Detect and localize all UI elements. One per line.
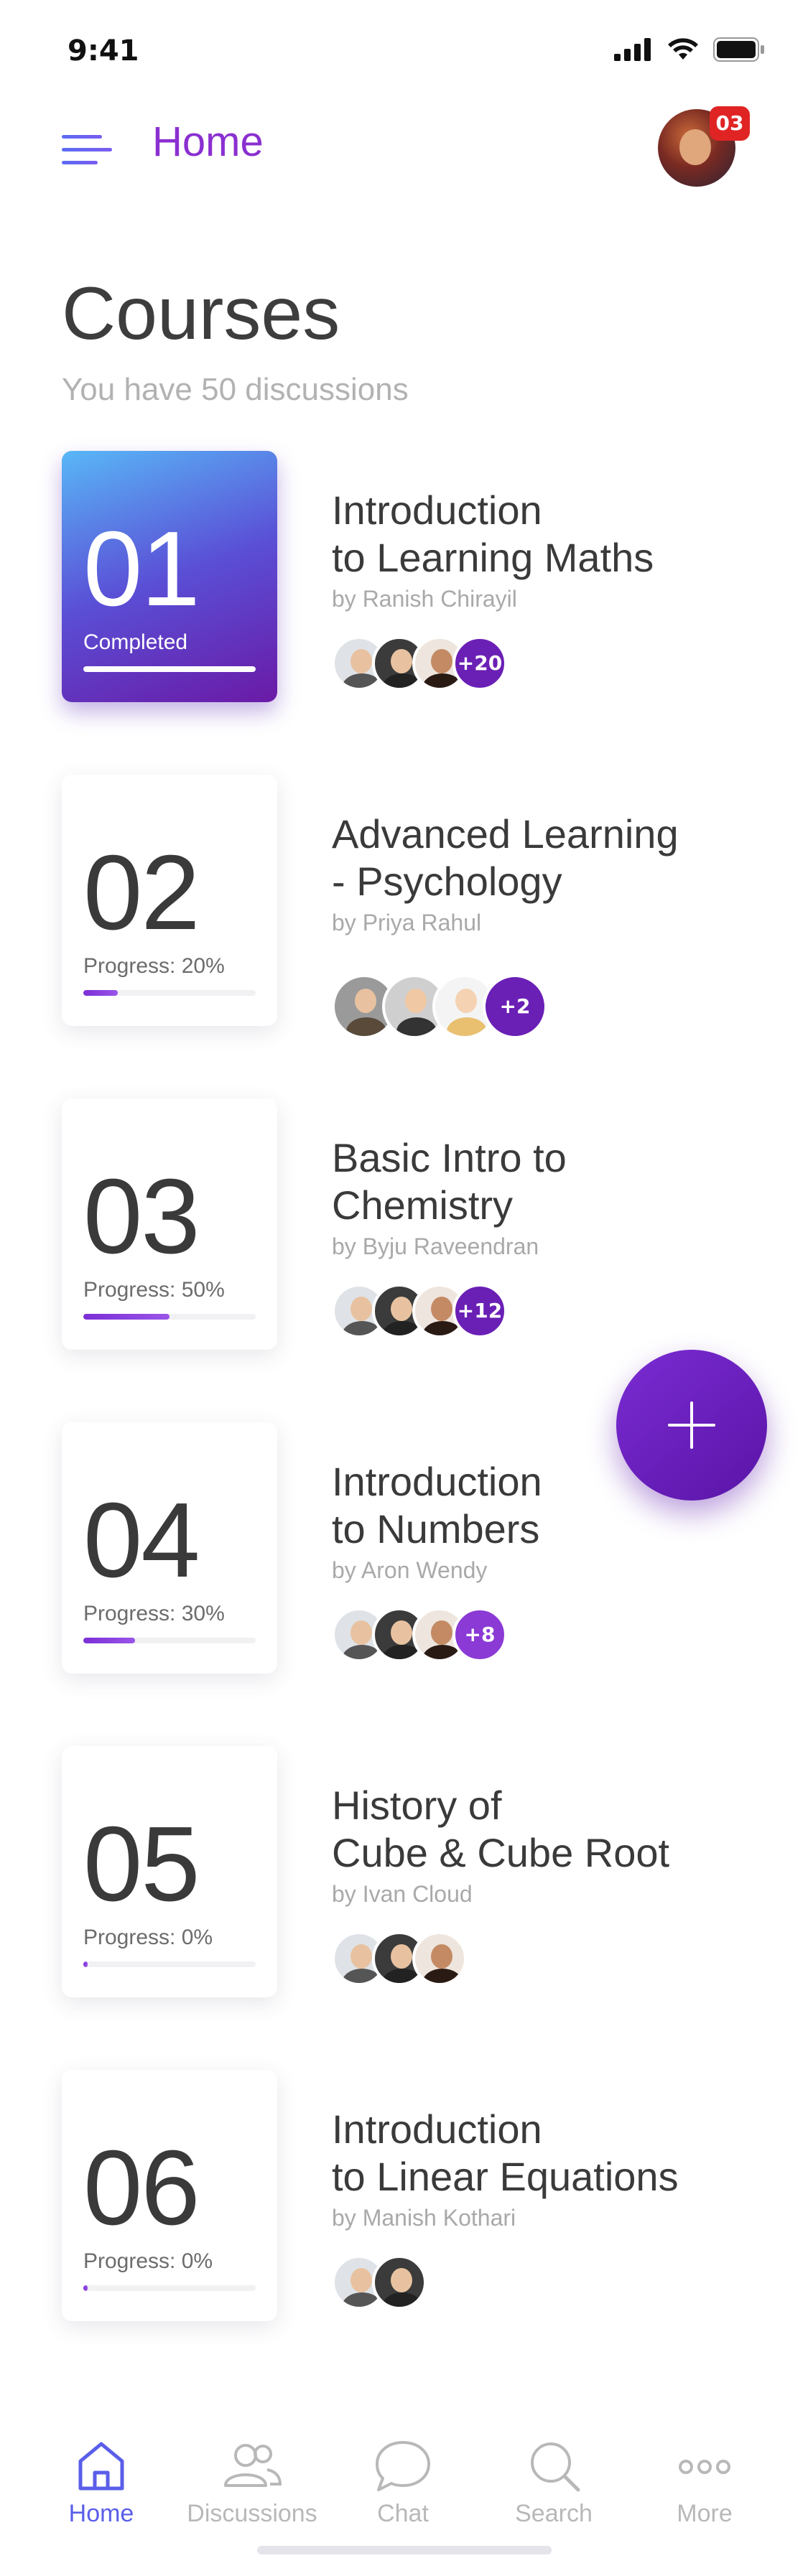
course-number-card[interactable]: 06 Progress: 0% — [62, 2070, 277, 2321]
course-title[interactable]: Advanced Learning - Psychology — [332, 811, 734, 905]
app-header: Home 03 — [0, 95, 808, 195]
course-number: 01 — [83, 510, 200, 628]
course-title[interactable]: Introduction to Linear Equations — [332, 2106, 734, 2201]
progress-bar — [83, 1961, 256, 1967]
participant-count: +12 — [452, 1284, 507, 1338]
course-status: Progress: 20% — [83, 954, 225, 978]
notification-badge: 03 — [710, 106, 750, 141]
course-author: by Aron Wendy — [332, 1557, 488, 1583]
progress-fill — [83, 1961, 88, 1967]
tab-label: Home — [68, 2500, 134, 2527]
course-item[interactable]: 02 Progress: 20% Advanced Learning - Psy… — [0, 775, 808, 1039]
course-item[interactable]: 05 Progress: 0% History of Cube & Cube R… — [0, 1746, 808, 2005]
course-number: 03 — [83, 1157, 200, 1276]
course-number-card[interactable]: 03 Progress: 50% — [62, 1098, 277, 1350]
progress-bar — [83, 990, 256, 996]
course-status: Completed — [83, 630, 188, 654]
home-indicator — [257, 2546, 552, 2554]
battery-icon — [713, 37, 764, 62]
progress-fill — [83, 990, 118, 996]
search-icon — [531, 2442, 580, 2492]
course-item[interactable]: 01 Completed Introduction to Learning Ma… — [0, 451, 808, 709]
course-status: Progress: 30% — [83, 1602, 225, 1625]
course-number: 06 — [83, 2129, 200, 2247]
avatar — [372, 2255, 427, 2310]
course-author: by Manish Kothari — [332, 2205, 516, 2231]
courses-heading: Courses — [62, 272, 340, 355]
progress-fill — [83, 1314, 170, 1320]
course-number: 04 — [83, 1481, 200, 1600]
participant-avatars[interactable] — [332, 1931, 467, 1986]
course-number: 02 — [83, 834, 200, 952]
course-status: Progress: 50% — [83, 1278, 225, 1302]
course-author: by Priya Rahul — [332, 910, 482, 935]
course-number-card[interactable]: 04 Progress: 30% — [62, 1422, 277, 1674]
tab-label: Chat — [377, 2500, 429, 2527]
participant-avatars[interactable] — [332, 2255, 427, 2310]
status-time: 9:41 — [68, 34, 139, 67]
courses-subheading: You have 50 discussions — [62, 372, 409, 407]
participant-avatars[interactable]: +8 — [332, 1607, 507, 1662]
course-number-card[interactable]: 05 Progress: 0% — [62, 1746, 277, 1997]
course-title[interactable]: Introduction to Learning Maths — [332, 487, 734, 582]
progress-fill — [83, 666, 256, 672]
course-number-card[interactable]: 02 Progress: 20% — [62, 775, 277, 1026]
home-icon — [78, 2442, 124, 2491]
signal-icon — [614, 38, 651, 61]
progress-bar — [83, 2285, 256, 2291]
course-item[interactable]: 06 Progress: 0% Introduction to Linear E… — [0, 2070, 808, 2328]
tab-discussions[interactable]: Discussions — [177, 2438, 328, 2546]
course-author: by Byju Raveendran — [332, 1233, 539, 1259]
more-dots-icon — [679, 2460, 730, 2474]
avatar — [412, 1931, 467, 1986]
tab-search[interactable]: Search — [478, 2438, 629, 2546]
progress-bar — [83, 1314, 256, 1320]
tab-label: Discussions — [187, 2500, 317, 2527]
progress-fill — [83, 1638, 135, 1643]
people-icon — [224, 2444, 282, 2487]
participant-count: +2 — [483, 974, 547, 1039]
tab-more[interactable]: More — [629, 2438, 780, 2546]
progress-fill — [83, 2285, 88, 2291]
course-number-card[interactable]: 01 Completed — [62, 451, 277, 702]
tab-label: Search — [515, 2500, 593, 2527]
course-title[interactable]: Basic Intro to Chemistry — [332, 1134, 734, 1229]
profile-avatar[interactable]: 03 — [658, 106, 750, 187]
course-item[interactable]: 03 Progress: 50% Basic Intro to Chemistr… — [0, 1098, 808, 1357]
tab-label: More — [677, 2500, 733, 2527]
add-course-button[interactable] — [616, 1350, 767, 1501]
status-bar: 9:41 — [0, 0, 808, 95]
course-number: 05 — [83, 1805, 200, 1923]
page-title: Home — [152, 118, 264, 165]
course-status: Progress: 0% — [83, 2249, 213, 2273]
menu-icon[interactable] — [57, 128, 115, 171]
avatar-face — [679, 129, 711, 165]
participant-count: +8 — [452, 1607, 507, 1662]
participant-avatars[interactable]: +2 — [332, 974, 547, 1039]
wifi-icon — [668, 38, 698, 60]
progress-bar — [83, 1638, 256, 1643]
course-author: by Ivan Cloud — [332, 1881, 473, 1907]
course-status: Progress: 0% — [83, 1926, 213, 1949]
course-author: by Ranish Chirayil — [332, 586, 517, 612]
tab-home[interactable]: Home — [26, 2438, 177, 2546]
chat-bubble-icon — [376, 2441, 430, 2491]
participant-avatars[interactable]: +20 — [332, 636, 507, 691]
status-icons — [614, 37, 765, 62]
participant-count: +20 — [452, 636, 507, 691]
course-title[interactable]: History of Cube & Cube Root — [332, 1782, 734, 1877]
tab-chat[interactable]: Chat — [328, 2438, 478, 2546]
progress-bar — [83, 666, 256, 672]
participant-avatars[interactable]: +12 — [332, 1284, 507, 1338]
